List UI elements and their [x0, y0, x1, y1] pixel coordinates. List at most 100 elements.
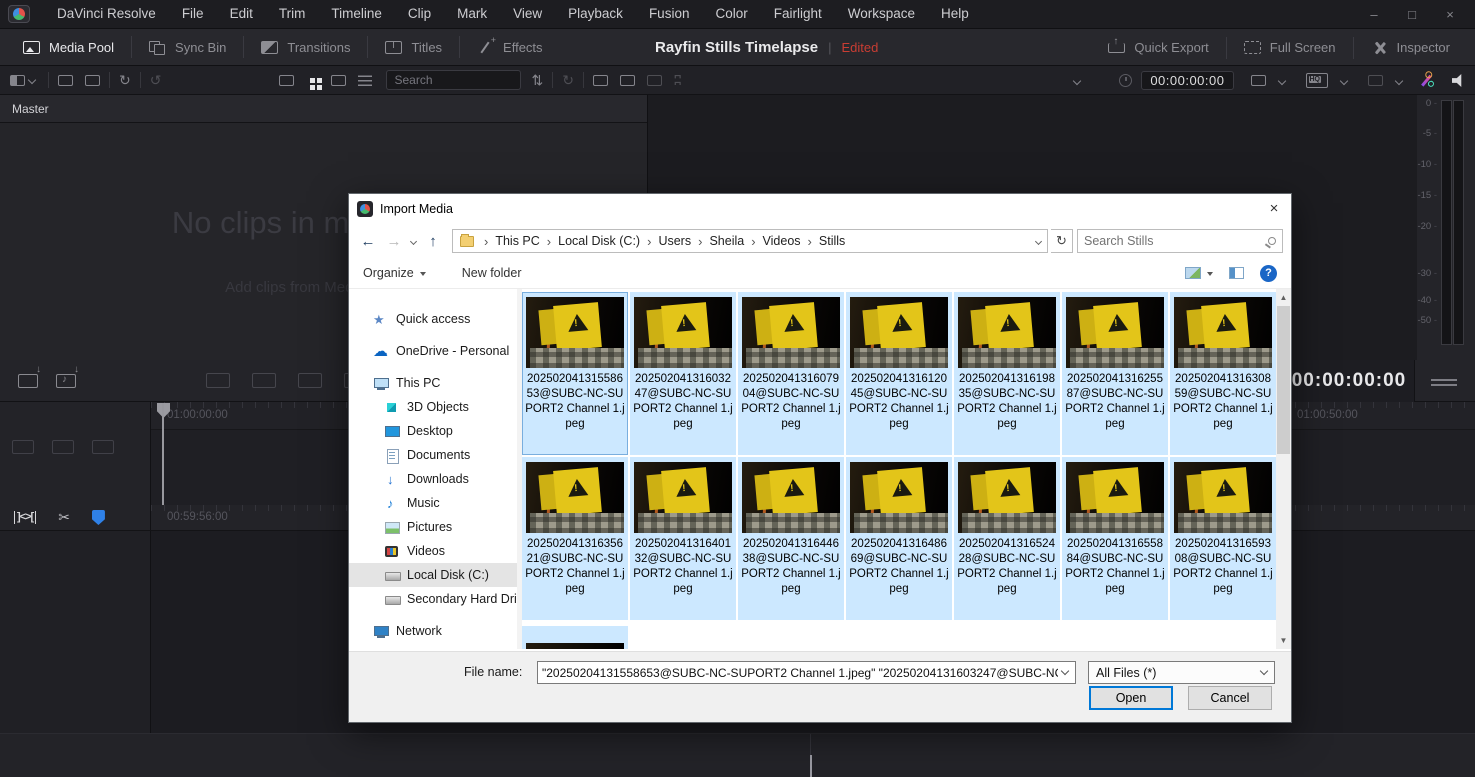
file-list-scrollbar[interactable]: ▲ ▼	[1276, 289, 1291, 649]
file-item[interactable]: 20250204131603247@SUBC-NC-SUPORT2 Channe…	[630, 292, 736, 455]
file-item[interactable]: 20250204131648669@SUBC-NC-SUPORT2 Channe…	[846, 457, 952, 620]
trim-mode-icon[interactable]: ]<>[	[14, 511, 36, 524]
list-view-icon[interactable]	[358, 75, 372, 86]
menu-item[interactable]: Color	[702, 0, 760, 28]
sidebar-item[interactable]: Downloads	[349, 467, 517, 491]
ripple-overwrite-icon[interactable]	[298, 373, 322, 388]
change-view-icon[interactable]	[1185, 267, 1201, 279]
media-pool-search-input[interactable]	[386, 70, 521, 90]
dual-monitor-icon[interactable]	[620, 75, 635, 86]
file-item[interactable]: 20250204131607904@SUBC-NC-SUPORT2 Channe…	[738, 292, 844, 455]
file-item[interactable]: 20250204131625587@SUBC-NC-SUPORT2 Channe…	[1062, 292, 1168, 455]
breadcrumb-segment[interactable]: Sheila	[709, 234, 744, 248]
scroll-down-icon[interactable]: ▼	[1276, 632, 1291, 649]
preview-pane-icon[interactable]	[1229, 267, 1244, 279]
menu-item[interactable]: Workspace	[835, 0, 928, 28]
snapping-icon[interactable]	[92, 510, 105, 525]
dialog-title-bar[interactable]: Import Media ×	[349, 194, 1291, 224]
file-item[interactable]: 20250204131659308@SUBC-NC-SUPORT2 Channe…	[1170, 457, 1276, 620]
chevron-down-icon[interactable]	[28, 76, 36, 84]
chevron-down-icon[interactable]	[1339, 76, 1347, 84]
sidebar-item[interactable]: Videos	[349, 539, 517, 563]
sidebar-item[interactable]: Documents	[349, 443, 517, 467]
append-icon[interactable]	[252, 373, 276, 388]
forward-button-icon[interactable]: →	[383, 233, 405, 250]
file-item[interactable]: 20250204131635621@SUBC-NC-SUPORT2 Channe…	[522, 457, 628, 620]
append-clip-icon[interactable]	[18, 374, 38, 388]
panel-toggle-button[interactable]: Full Screen	[1227, 37, 1354, 59]
smart-insert-icon[interactable]	[206, 373, 230, 388]
import-media-icon[interactable]	[58, 75, 73, 86]
breadcrumb-segment[interactable]: Users	[658, 234, 691, 248]
enhance-image-icon[interactable]	[1368, 75, 1383, 86]
address-dropdown-chevron-icon[interactable]	[1035, 237, 1042, 244]
view-dropdown-triangle-icon[interactable]	[1207, 272, 1213, 279]
back-button-icon[interactable]: ←	[357, 233, 379, 250]
window-control-icon[interactable]: ×	[1431, 7, 1469, 22]
import-folder-icon[interactable]	[85, 75, 100, 86]
menu-item[interactable]: DaVinci Resolve	[44, 0, 169, 28]
help-button[interactable]: ?	[1260, 265, 1277, 282]
timeline-timecode[interactable]: 00:00:00:00	[1292, 370, 1407, 392]
sidebar-item[interactable]: This PC	[349, 371, 517, 395]
relink-icon[interactable]: ↺	[150, 72, 162, 88]
file-item-partial[interactable]	[522, 626, 628, 649]
split-clip-icon[interactable]: ✂	[58, 509, 70, 526]
panel-toggle-button[interactable]: Sync Bin	[132, 36, 244, 58]
sidebar-item[interactable]: Local Disk (C:)	[349, 563, 517, 587]
file-item[interactable]: 20250204131652428@SUBC-NC-SUPORT2 Channe…	[954, 457, 1060, 620]
file-item[interactable]: 20250204131612045@SUBC-NC-SUPORT2 Channe…	[846, 292, 952, 455]
sidebar-item[interactable]: Quick access	[349, 307, 517, 331]
menu-item[interactable]: Help	[928, 0, 982, 28]
menu-item[interactable]: Edit	[217, 0, 266, 28]
file-item[interactable]: 20250204131640132@SUBC-NC-SUPORT2 Channe…	[630, 457, 736, 620]
menu-item[interactable]: File	[169, 0, 217, 28]
sidebar-item[interactable]: Network	[349, 619, 517, 643]
panel-toggle-button[interactable]: Effects	[460, 36, 560, 58]
window-control-icon[interactable]: □	[1393, 7, 1431, 22]
up-button-icon[interactable]: ↑	[422, 233, 444, 250]
menu-item[interactable]: Fairlight	[761, 0, 835, 28]
sidebar-item[interactable]: Desktop	[349, 419, 517, 443]
sidebar-item[interactable]: Music	[349, 491, 517, 515]
menu-item[interactable]: Playback	[555, 0, 636, 28]
multicam-icon[interactable]	[647, 75, 662, 86]
clip-info-icon[interactable]	[593, 75, 608, 86]
menu-item[interactable]: Clip	[395, 0, 444, 28]
file-name-input[interactable]	[538, 666, 1062, 680]
refresh-icon[interactable]: ↻	[1051, 229, 1073, 253]
breadcrumb-segment[interactable]: Stills	[819, 234, 845, 248]
scroll-up-icon[interactable]: ▲	[1276, 289, 1291, 306]
file-item[interactable]: 20250204131558653@SUBC-NC-SUPORT2 Channe…	[522, 292, 628, 455]
panel-toggle-button[interactable]: Titles	[368, 36, 460, 58]
dialog-close-icon[interactable]: ×	[1257, 194, 1291, 223]
streaming-icon[interactable]: ʭ	[674, 72, 681, 88]
track-options-icon[interactable]	[12, 440, 34, 454]
viewer-options-chevron-icon[interactable]	[1073, 76, 1081, 84]
menu-item[interactable]: Timeline	[318, 0, 395, 28]
sidebar-item[interactable]: Pictures	[349, 515, 517, 539]
search-input[interactable]	[1084, 234, 1268, 248]
open-button[interactable]: Open	[1089, 686, 1173, 710]
magic-tools-icon[interactable]	[1421, 75, 1431, 87]
bin-name-header[interactable]: Master	[0, 95, 647, 123]
window-control-icon[interactable]: –	[1355, 7, 1393, 22]
chevron-down-icon[interactable]	[1394, 76, 1402, 84]
breadcrumb-segment[interactable]: Local Disk (C:)	[558, 234, 640, 248]
chevron-down-icon[interactable]	[1277, 76, 1285, 84]
sync-icon[interactable]: ↻	[119, 72, 131, 88]
new-folder-button[interactable]: New folder	[462, 266, 522, 280]
file-item[interactable]: 20250204131644638@SUBC-NC-SUPORT2 Channe…	[738, 457, 844, 620]
menu-item[interactable]: Trim	[266, 0, 319, 28]
scrollbar-thumb[interactable]	[1277, 306, 1290, 454]
panel-toggle-button[interactable]: Inspector	[1354, 37, 1467, 59]
panel-toggle-button[interactable]: Quick Export	[1091, 37, 1226, 59]
combobox-chevron-icon[interactable]	[1061, 667, 1069, 675]
sort-icon[interactable]: ⇅	[531, 72, 543, 88]
file-item[interactable]: 20250204131619835@SUBC-NC-SUPORT2 Channe…	[954, 292, 1060, 455]
sidebar-item[interactable]: Secondary Hard Dri	[349, 587, 517, 611]
breadcrumb-segment[interactable]: Videos	[763, 234, 801, 248]
bin-list-toggle-icon[interactable]	[10, 75, 25, 86]
menu-item[interactable]: View	[500, 0, 555, 28]
recent-locations-chevron-icon[interactable]	[410, 237, 417, 244]
